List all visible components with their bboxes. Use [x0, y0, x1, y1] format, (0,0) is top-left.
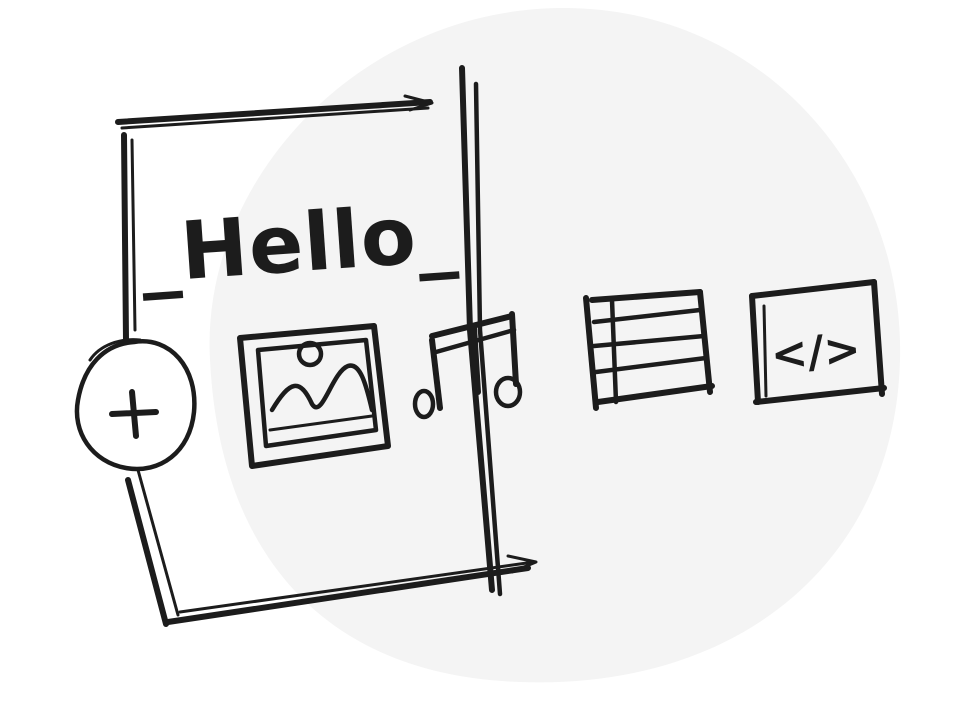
sketch-illustration: _Hello_ </>	[74, 7, 901, 683]
sketch-canvas: _Hello_ </>	[0, 0, 958, 716]
plus-circle-icon[interactable]	[74, 338, 197, 472]
code-icon-label: </>	[769, 324, 862, 381]
